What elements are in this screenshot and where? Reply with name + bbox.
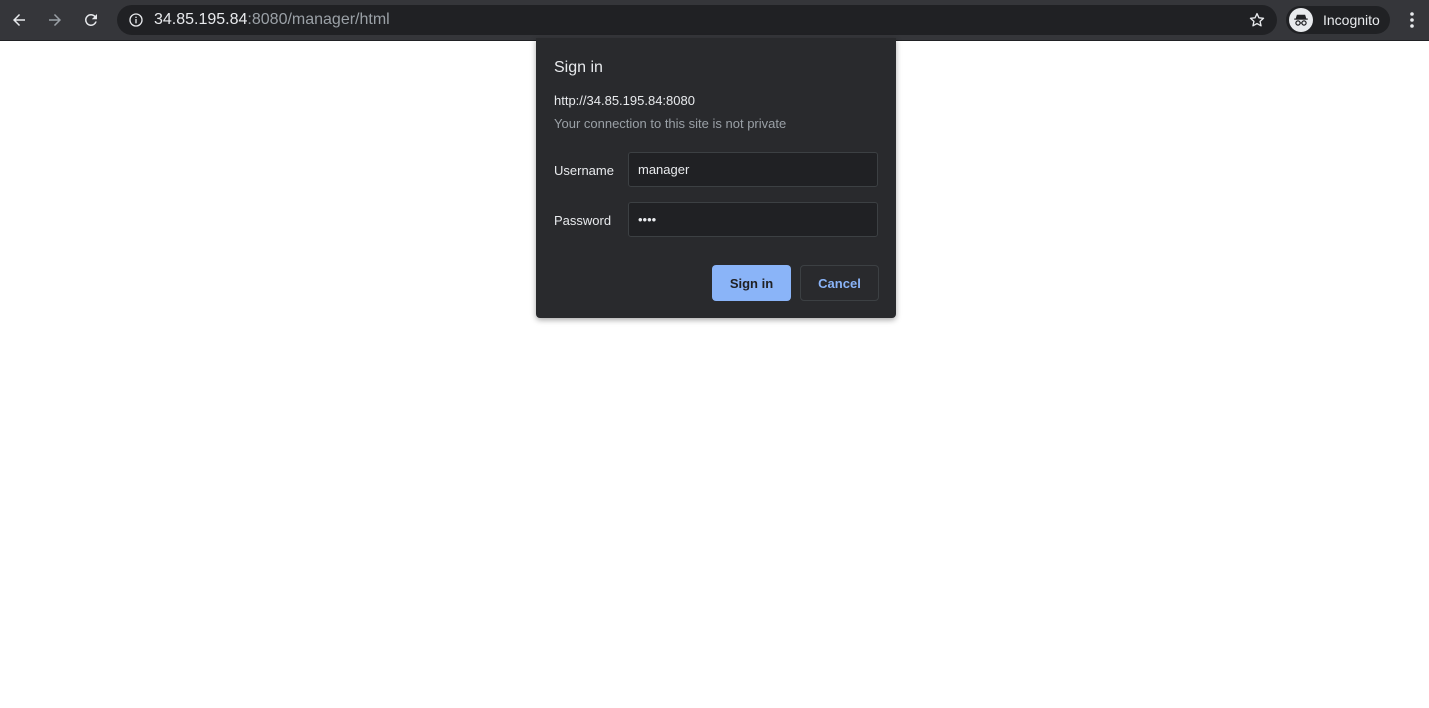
browser-menu-button[interactable]	[1400, 6, 1424, 34]
url-host: 34.85.195.84	[154, 11, 248, 28]
reload-button[interactable]	[77, 6, 105, 34]
back-button[interactable]	[5, 6, 33, 34]
back-arrow-icon	[13, 14, 25, 26]
address-bar[interactable]: 34.85.195.84:8080/manager/html	[117, 5, 1277, 35]
profile-button[interactable]: Incognito	[1286, 6, 1390, 34]
cancel-button[interactable]: Cancel	[800, 265, 879, 301]
dialog-title: Sign in	[554, 59, 603, 76]
kebab-menu-icon	[1410, 12, 1414, 28]
url-text[interactable]: 34.85.195.84:8080/manager/html	[154, 11, 390, 29]
forward-arrow-icon	[49, 14, 61, 26]
incognito-icon	[1289, 8, 1313, 32]
browser-toolbar: 34.85.195.84:8080/manager/html Incognito	[0, 0, 1429, 41]
password-input[interactable]	[628, 202, 878, 237]
reload-icon	[84, 13, 97, 26]
password-label: Password	[554, 213, 612, 228]
connection-warning: Your connection to this site is not priv…	[554, 116, 787, 131]
info-icon[interactable]	[128, 12, 144, 28]
username-label: Username	[554, 163, 614, 178]
sign-in-dialog: Sign in http://34.85.195.84:8080 Your co…	[536, 38, 896, 318]
bookmark-button[interactable]	[1247, 10, 1267, 30]
username-input[interactable]	[628, 152, 878, 187]
dialog-origin: http://34.85.195.84:8080	[554, 93, 695, 108]
forward-button[interactable]	[41, 6, 69, 34]
star-icon	[1249, 12, 1265, 27]
sign-in-button[interactable]: Sign in	[712, 265, 791, 301]
profile-label: Incognito	[1323, 12, 1380, 28]
url-path: :8080/manager/html	[247, 11, 390, 28]
